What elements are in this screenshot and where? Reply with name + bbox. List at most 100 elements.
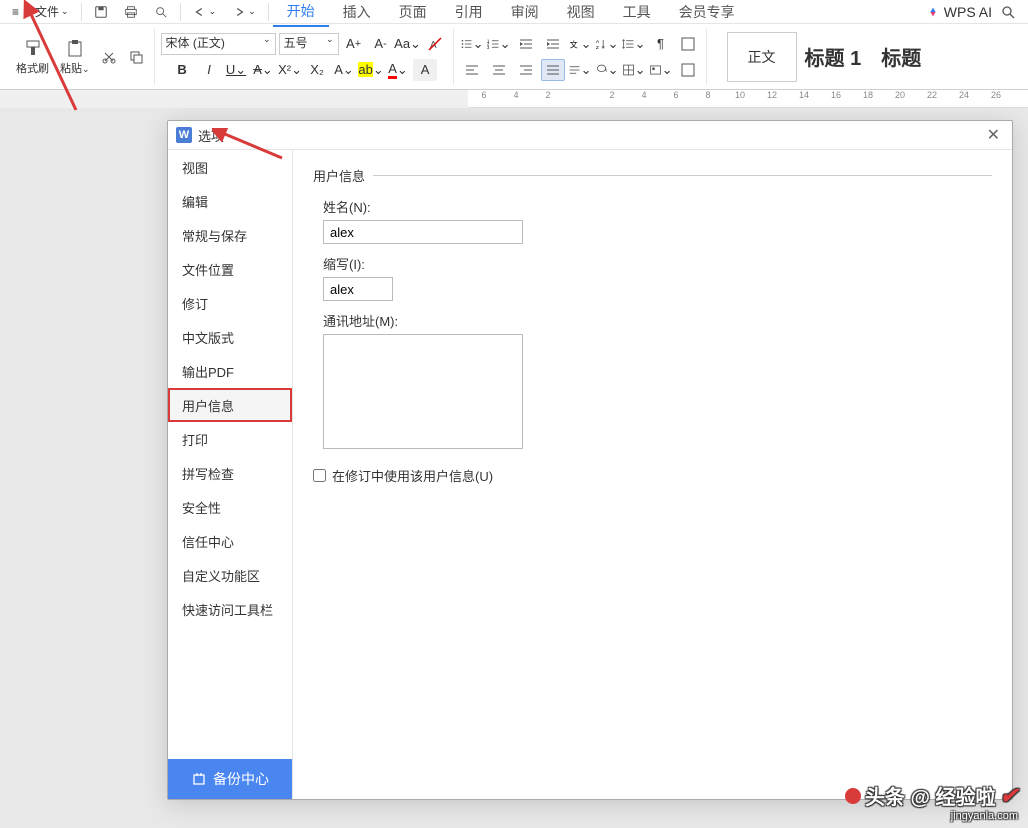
backup-center-button[interactable]: 备份中心	[168, 759, 292, 799]
separator	[180, 3, 181, 21]
text-direction-icon[interactable]: 文⌄	[568, 33, 592, 55]
watermark-logo-icon	[845, 788, 861, 804]
style-heading1[interactable]: 标题 1	[805, 42, 862, 71]
char-shading-button[interactable]: A	[413, 59, 437, 81]
sidebar-item-spellcheck[interactable]: 拼写检查	[168, 456, 292, 490]
watermark: 头条 @ 经验啦 ✔ jingyanla.com	[845, 781, 1018, 822]
sort-icon[interactable]: AZ⌄	[595, 33, 619, 55]
style-normal[interactable]: 正文	[727, 32, 797, 82]
wps-ai-button[interactable]: WPS AI	[926, 4, 992, 20]
search-icon[interactable]	[992, 1, 1024, 23]
clear-format-icon[interactable]: A	[423, 33, 447, 55]
checkmark-icon: ✔	[1000, 783, 1018, 809]
initials-input[interactable]	[323, 277, 393, 301]
sidebar-item-edit[interactable]: 编辑	[168, 184, 292, 218]
sidebar-item-security[interactable]: 安全性	[168, 490, 292, 524]
style-heading-more[interactable]: 标题	[881, 42, 921, 71]
font-group: 宋体 (正文) ⌄ 五号 ⌄ A+ A- Aa⌄ A B I U⌄ A⌄ X²⌄…	[155, 28, 454, 85]
italic-button[interactable]: I	[197, 59, 221, 81]
shading-icon[interactable]: ⌄	[595, 59, 619, 81]
watermark-text: 头条 @ 经验啦	[865, 781, 996, 810]
tab-start[interactable]: 开始	[273, 0, 329, 27]
initials-label: 缩写(I):	[323, 254, 992, 273]
border-icon[interactable]: ⌄	[622, 59, 646, 81]
wps-icon: W	[176, 127, 192, 143]
section-header: 用户信息	[313, 166, 992, 185]
preview-icon[interactable]	[146, 2, 176, 22]
text-effect-button[interactable]: A⌄	[332, 59, 356, 81]
sidebar-item-chinese-layout[interactable]: 中文版式	[168, 320, 292, 354]
tab-review[interactable]: 审阅	[497, 0, 553, 26]
sidebar-item-revision[interactable]: 修订	[168, 286, 292, 320]
highlight-button[interactable]: ab⌄	[359, 59, 383, 81]
use-in-revision-label: 在修订中使用该用户信息(U)	[332, 466, 493, 485]
dialog-sidebar: 视图 编辑 常规与保存 文件位置 修订 中文版式 输出PDF 用户信息 打印 拼…	[168, 150, 293, 799]
close-icon[interactable]: ✕	[983, 125, 1004, 145]
sidebar-item-quick-access[interactable]: 快速访问工具栏	[168, 592, 292, 626]
align-center-icon[interactable]	[487, 59, 511, 81]
name-label: 姓名(N):	[323, 197, 992, 216]
decrease-font-icon[interactable]: A-	[369, 33, 393, 55]
bullet-list-icon[interactable]: ⌄	[460, 33, 484, 55]
ribbon: 格式刷 粘贴⌄ 宋体 (正文) ⌄ 五号 ⌄ A+ A- Aa⌄ A	[0, 24, 1028, 90]
tab-page[interactable]: 页面	[385, 0, 441, 26]
dialog-titlebar: W 选项 ✕	[168, 121, 1012, 149]
align-justify-icon[interactable]	[541, 59, 565, 81]
menubar: ≡ 文件 ⌄ ⌄ ⌄ 开始 插入 页面 引用 审阅 视图 工具 会员专享 WPS…	[0, 0, 1028, 24]
font-name-select[interactable]: 宋体 (正文) ⌄	[161, 33, 276, 55]
copy-button[interactable]	[124, 47, 148, 67]
increase-font-icon[interactable]: A+	[342, 33, 366, 55]
watermark-url: jingyanla.com	[845, 810, 1018, 822]
paragraph-dialog-icon[interactable]	[676, 59, 700, 81]
options-dialog: W 选项 ✕ 视图 编辑 常规与保存 文件位置 修订 中文版式 输出PDF 用户…	[167, 120, 1013, 800]
ruler[interactable]: 6 4 2 2 4 6 8 10 12 14 16 18 20 22 24 26	[468, 90, 1028, 108]
address-textarea[interactable]	[323, 334, 523, 449]
tab-member[interactable]: 会员专享	[665, 0, 749, 26]
print-icon[interactable]	[116, 2, 146, 22]
bold-button[interactable]: B	[170, 59, 194, 81]
align-left-icon[interactable]	[460, 59, 484, 81]
sidebar-item-print[interactable]: 打印	[168, 422, 292, 456]
name-input[interactable]	[323, 220, 523, 244]
sidebar-item-file-location[interactable]: 文件位置	[168, 252, 292, 286]
line-spacing-icon[interactable]: ⌄	[622, 33, 646, 55]
font-size-select[interactable]: 五号 ⌄	[279, 33, 339, 55]
paragraph-group: ⌄ 123⌄ 文⌄ AZ⌄ ⌄ ¶ ⌄ ⌄ ⌄ ⌄	[454, 28, 707, 85]
align-right-icon[interactable]	[514, 59, 538, 81]
distribute-icon[interactable]: ⌄	[568, 59, 592, 81]
number-list-icon[interactable]: 123⌄	[487, 33, 511, 55]
subscript-button[interactable]: X₂	[305, 59, 329, 81]
annotation-arrow-1	[21, 0, 101, 130]
tab-insert[interactable]: 插入	[329, 0, 385, 26]
strikethrough-button[interactable]: A⌄	[251, 59, 275, 81]
address-label: 通讯地址(M):	[323, 311, 992, 330]
sidebar-item-customize-ribbon[interactable]: 自定义功能区	[168, 558, 292, 592]
sidebar-item-output-pdf[interactable]: 输出PDF	[168, 354, 292, 388]
sidebar-item-general-save[interactable]: 常规与保存	[168, 218, 292, 252]
sidebar-item-user-info[interactable]: 用户信息	[168, 388, 292, 422]
use-in-revision-checkbox[interactable]	[313, 469, 326, 482]
separator	[268, 3, 269, 21]
svg-text:3: 3	[487, 44, 490, 49]
outdent-icon[interactable]	[514, 33, 538, 55]
redo-icon[interactable]: ⌄	[224, 2, 264, 22]
undo-icon[interactable]: ⌄	[185, 2, 225, 22]
svg-text:A: A	[595, 39, 599, 45]
underline-button[interactable]: U⌄	[224, 59, 248, 81]
sidebar-item-trust-center[interactable]: 信任中心	[168, 524, 292, 558]
svg-text:Z: Z	[595, 44, 598, 50]
annotation-arrow-2	[212, 128, 292, 168]
show-marks-icon[interactable]: ¶	[649, 33, 673, 55]
tab-reference[interactable]: 引用	[441, 0, 497, 26]
borders-icon[interactable]	[676, 33, 700, 55]
svg-text:文: 文	[569, 39, 577, 49]
change-case-icon[interactable]: Aa⌄	[396, 33, 420, 55]
superscript-button[interactable]: X²⌄	[278, 59, 302, 81]
tabs-icon[interactable]: ⌄	[649, 59, 673, 81]
styles-group: 正文 标题 1 标题	[707, 28, 948, 85]
font-color-button[interactable]: A⌄	[386, 59, 410, 81]
tab-tools[interactable]: 工具	[609, 0, 665, 26]
dialog-content: 用户信息 姓名(N): 缩写(I): 通讯地址(M): 在修订中使用该用户信息(…	[293, 150, 1012, 799]
tab-view[interactable]: 视图	[553, 0, 609, 26]
indent-icon[interactable]	[541, 33, 565, 55]
